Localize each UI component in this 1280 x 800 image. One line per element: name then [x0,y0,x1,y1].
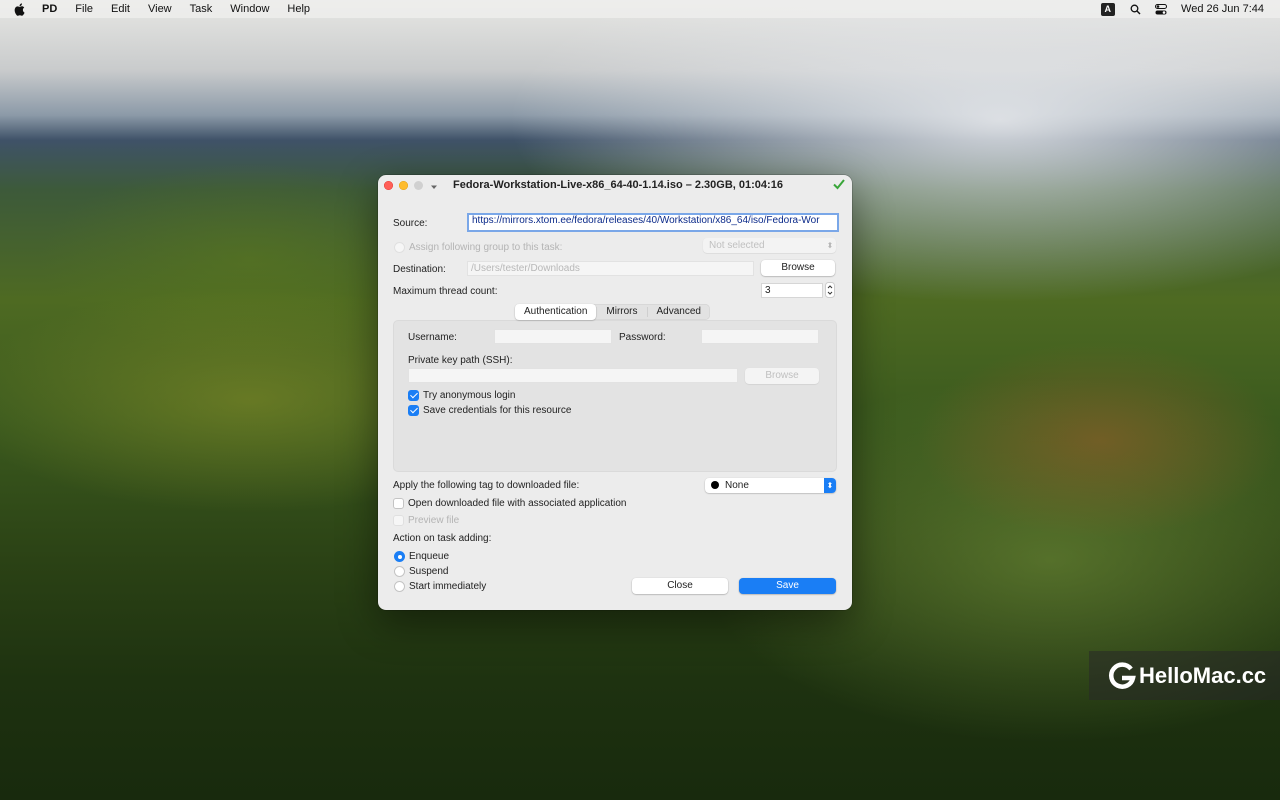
password-label: Password: [619,332,666,343]
app-menu[interactable]: PD [42,3,57,15]
close-button[interactable]: Close [632,578,728,594]
save-credentials-label: Save credentials for this resource [423,405,572,416]
start-immediately-label: Start immediately [409,581,487,592]
try-anonymous-label: Try anonymous login [423,390,516,401]
max-thread-label: Maximum thread count: [393,286,498,297]
chevron-updown-icon: ⬍ [826,241,834,250]
watermark-logo-icon [1109,661,1136,689]
destination-browse-button[interactable]: Browse [761,260,835,276]
open-file-checkbox[interactable] [393,498,404,509]
menubar-clock[interactable]: Wed 26 Jun 7:44 [1181,3,1264,15]
spotlight-search-icon[interactable] [1129,3,1141,15]
destination-label: Destination: [393,264,446,275]
save-credentials-checkbox[interactable] [408,405,419,416]
apple-icon[interactable] [14,2,28,16]
thread-count-stepper[interactable] [825,282,835,298]
menu-help[interactable]: Help [287,3,310,15]
window-title: Fedora-Workstation-Live-x86_64-40-1.14.i… [453,179,783,191]
suspend-label: Suspend [409,566,449,577]
menu-window[interactable]: Window [230,3,269,15]
minimize-window-button[interactable] [399,181,408,190]
suspend-radio[interactable] [394,566,405,577]
enqueue-radio[interactable] [394,551,405,562]
destination-path-input[interactable]: /Users/tester/Downloads [467,261,754,276]
source-url-input[interactable]: https://mirrors.xtom.ee/fedora/releases/… [467,213,839,232]
chevron-down-icon[interactable] [429,180,439,190]
zoom-window-button [414,181,423,190]
key-browse-button[interactable]: Browse [745,368,819,384]
tab-bar: Authentication Mirrors Advanced [515,304,710,320]
menu-file[interactable]: File [75,3,93,15]
assign-group-checkbox[interactable] [394,242,405,253]
enqueue-label: Enqueue [409,551,450,562]
input-source-icon[interactable]: A [1100,2,1116,16]
key-path-label: Private key path (SSH): [408,355,513,366]
tab-mirrors[interactable]: Mirrors [597,304,646,320]
username-input[interactable] [494,329,612,344]
menu-edit[interactable]: Edit [111,3,130,15]
menu-view[interactable]: View [148,3,172,15]
action-label: Action on task adding: [393,533,492,544]
tag-label: Apply the following tag to downloaded fi… [393,480,580,491]
download-task-dialog: Fedora-Workstation-Live-x86_64-40-1.14.i… [378,175,852,610]
tag-select-value: None [725,480,749,491]
group-select[interactable]: Not selected ⬍ [703,238,836,253]
try-anonymous-checkbox[interactable] [408,390,419,401]
key-path-input[interactable] [408,368,738,383]
username-label: Username: [408,332,457,343]
preview-file-checkbox[interactable] [393,515,404,526]
control-center-icon[interactable] [1155,3,1168,15]
preview-file-label: Preview file [408,515,460,526]
tag-color-dot [711,481,719,489]
assign-group-label: Assign following group to this task: [409,242,563,253]
password-input[interactable] [701,329,819,344]
source-label: Source: [393,218,428,229]
title-bar: Fedora-Workstation-Live-x86_64-40-1.14.i… [378,175,852,195]
open-file-label: Open downloaded file with associated app… [408,498,627,509]
menu-task[interactable]: Task [190,3,213,15]
chevron-updown-icon: ⬍ [824,478,836,493]
tag-select[interactable]: None ⬍ [705,478,836,493]
tab-authentication[interactable]: Authentication [515,304,597,320]
start-immediately-radio[interactable] [394,581,405,592]
watermark: HelloMac.cc [1089,651,1280,700]
tab-advanced[interactable]: Advanced [648,304,710,320]
menu-bar: PD File Edit View Task Window Help A Wed… [0,0,1280,18]
save-button[interactable]: Save [739,578,836,594]
checkmark-icon [832,177,846,191]
max-thread-input[interactable]: 3 [761,283,823,298]
group-select-value: Not selected [709,240,765,251]
watermark-text: HelloMac.cc [1139,662,1267,688]
close-window-button[interactable] [384,181,393,190]
